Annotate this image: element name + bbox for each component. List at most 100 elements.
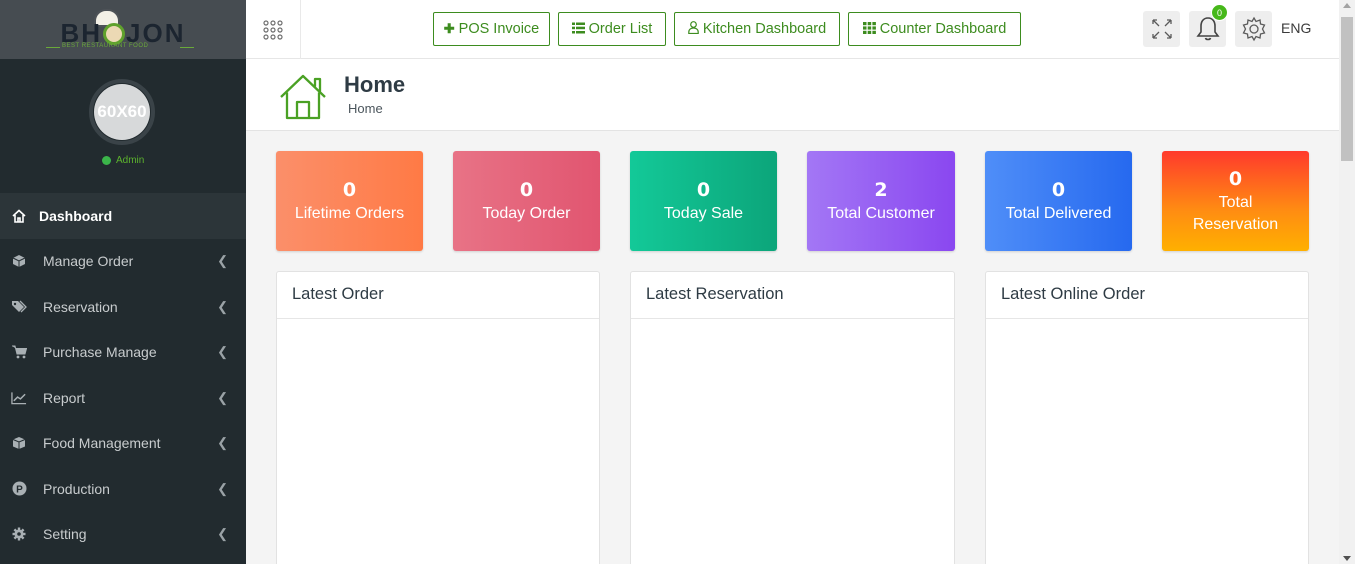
- expand-icon: [1151, 19, 1172, 39]
- page-header: Home Home: [246, 60, 1339, 131]
- pos-invoice-button[interactable]: ✚ POS Invoice: [433, 12, 550, 46]
- counter-dashboard-label: Counter Dashboard: [879, 21, 1007, 37]
- chevron-left-icon: ❮: [217, 298, 228, 314]
- avatar[interactable]: 60X60: [89, 79, 155, 145]
- scroll-up-arrow-icon[interactable]: [1343, 3, 1351, 8]
- gear-icon: [11, 526, 27, 542]
- sidebar-item-setting[interactable]: Setting ❮: [0, 512, 246, 558]
- stat-label: Total Delivered: [1005, 205, 1112, 222]
- stat-card-today-sale[interactable]: 0 Today Sale: [630, 151, 777, 251]
- chevron-left-icon: ❮: [217, 435, 228, 451]
- sidebar-item-label: Manage Order: [43, 253, 134, 270]
- stat-value: 0: [342, 179, 357, 201]
- order-list-label: Order List: [588, 21, 653, 37]
- stat-card-total-reservation[interactable]: 0 Total Reservation: [1162, 151, 1309, 251]
- chevron-left-icon: ❮: [217, 480, 228, 496]
- chevron-left-icon: ❮: [217, 344, 228, 360]
- app-root: BH JON BEST RESTAURANT FOOD 60X60 Admin D…: [0, 0, 1355, 564]
- stat-label: Lifetime Orders: [294, 205, 405, 222]
- top-navbar: ✚ POS Invoice Order List Kitchen Dashboa…: [246, 0, 1339, 59]
- gear-icon: [1242, 16, 1265, 42]
- stat-value: 2: [874, 179, 888, 201]
- grid-dots-icon: [263, 19, 283, 40]
- sidebar-item-label: Purchase Manage: [43, 344, 157, 361]
- scroll-down-arrow-icon[interactable]: [1343, 556, 1351, 561]
- sidebar-item-dashboard[interactable]: Dashboard: [0, 193, 246, 239]
- panel-title: Latest Order: [277, 272, 599, 319]
- sidebar-item-manage-order[interactable]: Manage Order ❮: [0, 239, 246, 285]
- online-status-icon: [102, 156, 111, 165]
- sidebar-item-label: Report: [43, 389, 86, 406]
- stat-label: Total Customer: [827, 205, 935, 222]
- stat-card-today-order[interactable]: 0 Today Order: [453, 151, 600, 251]
- sidebar-menu: Dashboard Manage Order ❮ Reservation ❮ P…: [0, 193, 246, 557]
- stat-label: Today Sale: [663, 205, 744, 222]
- page-title: Home: [344, 72, 406, 97]
- cart-icon: [11, 344, 27, 360]
- user-icon: [688, 21, 699, 37]
- order-list-button[interactable]: Order List: [558, 12, 666, 46]
- stat-value: 0: [696, 179, 711, 201]
- plus-icon: ✚: [443, 21, 455, 36]
- fullscreen-button[interactable]: [1143, 11, 1180, 47]
- sidebar-item-production[interactable]: P Production ❮: [0, 466, 246, 512]
- grid-icon: [862, 21, 876, 37]
- stat-card-lifetime-orders[interactable]: 0 Lifetime Orders: [276, 151, 423, 251]
- sidebar-item-report[interactable]: Report ❮: [0, 375, 246, 421]
- sidebar-item-label: Food Management: [43, 435, 161, 452]
- breadcrumb[interactable]: Home: [348, 101, 383, 116]
- production-icon: P: [11, 481, 27, 497]
- counter-dashboard-button[interactable]: Counter Dashboard: [848, 12, 1021, 46]
- latest-reservation-panel: Latest Reservation: [630, 271, 955, 564]
- latest-order-panel: Latest Order: [276, 271, 600, 564]
- stat-label: Total Reservation: [1192, 194, 1279, 233]
- settings-button[interactable]: [1235, 11, 1272, 47]
- user-profile: 60X60 Admin: [0, 59, 246, 193]
- panel-title: Latest Reservation: [631, 272, 954, 319]
- logo-divider: [180, 47, 194, 48]
- latest-online-order-panel: Latest Online Order: [985, 271, 1309, 564]
- tags-icon: [11, 299, 27, 315]
- notifications-button[interactable]: 0: [1189, 4, 1228, 47]
- sidebar-item-label: Reservation: [43, 298, 118, 315]
- home-icon: [280, 74, 326, 120]
- stat-card-total-delivered[interactable]: 0 Total Delivered: [985, 151, 1132, 251]
- sidebar-item-reservation[interactable]: Reservation ❮: [0, 284, 246, 330]
- page-scrollbar[interactable]: [1339, 0, 1355, 564]
- home-icon: [11, 208, 27, 224]
- language-selector[interactable]: ENG: [1281, 20, 1311, 36]
- pos-invoice-label: POS Invoice: [458, 21, 540, 37]
- panel-title: Latest Online Order: [986, 272, 1308, 319]
- logo-tagline: BEST RESTAURANT FOOD: [62, 43, 149, 49]
- kitchen-dashboard-label: Kitchen Dashboard: [702, 21, 827, 37]
- box-icon: [11, 435, 27, 451]
- chevron-left-icon: ❮: [217, 389, 228, 405]
- dashboard-content: 0 Lifetime Orders 0 Today Order 0 Today …: [246, 131, 1339, 564]
- notification-count-badge: 0: [1211, 4, 1228, 21]
- scroll-thumb[interactable]: [1341, 17, 1353, 161]
- avatar-placeholder: 60X60: [94, 84, 150, 140]
- logo[interactable]: BH JON BEST RESTAURANT FOOD: [0, 0, 246, 59]
- stat-value: 0: [1051, 179, 1066, 201]
- sidebar-item-food-management[interactable]: Food Management ❮: [0, 421, 246, 467]
- chevron-left-icon: ❮: [217, 253, 228, 269]
- sidebar-item-label: Setting: [43, 526, 87, 543]
- cube-icon: [11, 253, 27, 269]
- sidebar-item-purchase-manage[interactable]: Purchase Manage ❮: [0, 330, 246, 376]
- stat-value: 0: [1228, 168, 1243, 190]
- line-chart-icon: [11, 390, 27, 406]
- stat-label: Today Order: [482, 205, 571, 222]
- user-role-label: Admin: [116, 155, 145, 166]
- app-grid-button[interactable]: [246, 0, 301, 59]
- sidebar-item-label: Dashboard: [39, 207, 113, 224]
- user-role: Admin: [102, 155, 144, 166]
- chevron-left-icon: ❮: [217, 526, 228, 542]
- stat-card-total-customer[interactable]: 2 Total Customer: [807, 151, 955, 251]
- list-icon: [571, 22, 585, 37]
- sidebar-item-label: Production: [43, 480, 110, 497]
- kitchen-dashboard-button[interactable]: Kitchen Dashboard: [674, 12, 840, 46]
- stat-value: 0: [519, 179, 534, 201]
- svg-text:P: P: [16, 485, 23, 496]
- sidebar: BH JON BEST RESTAURANT FOOD 60X60 Admin D…: [0, 0, 246, 564]
- logo-divider: [46, 47, 60, 48]
